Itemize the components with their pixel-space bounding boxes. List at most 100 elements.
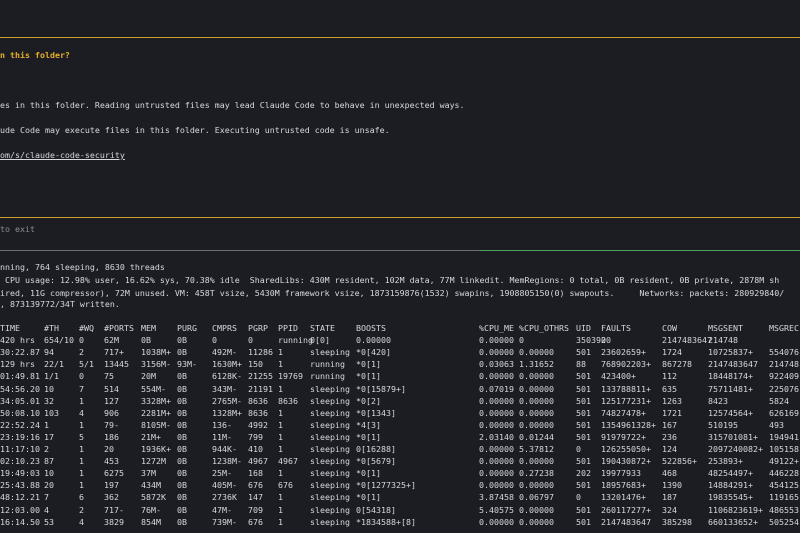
cell-wq: 2 xyxy=(79,504,84,515)
cell-ports: 127 xyxy=(104,395,119,406)
cell-boosts: 0[16288] xyxy=(356,444,396,454)
cell-mem: 37M xyxy=(141,468,156,479)
cell-msgsent: 214748 xyxy=(708,335,738,346)
cell-cmprs: 136- xyxy=(212,419,232,430)
cell-faults: 13201476+ xyxy=(601,492,646,503)
cell-pgrp: 676 xyxy=(248,516,263,527)
col-purg: PURG xyxy=(177,323,197,333)
table-row: 48:12.21 7 6 362 5872K 0B 2736K 147 1 sleeping *0[… xyxy=(0,491,800,503)
cell-ports: 906 xyxy=(104,407,119,418)
col-cmprs: CMPRS xyxy=(212,323,237,333)
cell-time: 420 hrs xyxy=(0,335,35,346)
cell-msgrecv: 486553 xyxy=(769,504,799,515)
exit-hint: to exit xyxy=(0,224,35,234)
cell-cpu-others: 0.00000 xyxy=(519,395,554,406)
cell-cpu-others: 1.31652 xyxy=(519,359,554,370)
cell-msgsent: 1106823619+ xyxy=(708,504,763,515)
cell-faults: 133788811+ xyxy=(601,383,651,394)
cell-threads: 7 xyxy=(44,492,49,503)
table-row: 16:14.50 53 4 3829 854M 0B 739M- 676 1 sleeping *1… xyxy=(0,516,800,528)
cell-cpu-others: 0.00000 xyxy=(519,383,554,394)
security-docs-link[interactable]: om/s/claude-code-security xyxy=(0,150,125,161)
cell-cow: 468 xyxy=(662,468,677,479)
cell-cmprs: 2736K xyxy=(212,492,237,503)
cell-wq: 4 xyxy=(79,407,84,418)
cell-wq: 1 xyxy=(79,468,84,479)
cell-msgrecv: 454125 xyxy=(769,480,799,491)
cell-faults: 423400+ xyxy=(601,371,636,382)
cell-threads: 87 xyxy=(44,456,54,467)
cell-msgrecv: 49122+ xyxy=(769,456,799,467)
cell-cpu-others: 0 xyxy=(519,335,524,346)
cell-msgsent: 2097240082+ xyxy=(708,444,763,454)
table-row: 30:22.87 94 2 717+ 1038M+ 0B 492M- 11286 1 sleepi… xyxy=(0,346,800,358)
cell-state: sleeping xyxy=(310,516,350,527)
pane-divider-left xyxy=(0,250,480,251)
top-summary-processes: nning, 764 sleeping, 8630 threads xyxy=(0,262,165,272)
cell-time: 19:49:03 xyxy=(0,468,40,479)
cell-cpu-me: 0.00000 xyxy=(479,444,514,454)
cell-cpu-others: 0.00000 xyxy=(519,504,554,515)
cell-ppid: 1 xyxy=(278,492,283,503)
cell-msgrecv: 626169 xyxy=(769,407,799,418)
cell-purg: 0B xyxy=(177,431,187,442)
cell-pgrp: 0 xyxy=(248,335,253,346)
cell-cmprs: 1328M+ xyxy=(212,407,242,418)
cell-boosts: *0[15879+] xyxy=(356,383,406,394)
cell-purg: 0B xyxy=(177,407,187,418)
col-wq: #WQ xyxy=(79,323,94,333)
cell-faults: 23602659+ xyxy=(601,347,646,358)
cell-state: running xyxy=(310,359,345,370)
cell-time: 50:08.10 xyxy=(0,407,40,418)
cell-boosts: *0[1] xyxy=(356,371,381,382)
cell-time: 30:22.87 xyxy=(0,347,40,358)
cell-ppid: 8636 xyxy=(278,395,298,406)
cell-mem: 5872K xyxy=(141,492,166,503)
cell-cow: 1390 xyxy=(662,480,682,491)
col-msgrecv: MSGREC xyxy=(769,323,799,333)
col-faults: FAULTS xyxy=(601,323,631,333)
cell-cpu-me: 0.00000 xyxy=(479,335,514,346)
cell-cpu-me: 0.07019 xyxy=(479,383,514,394)
cell-msgsent: 14884291+ xyxy=(708,480,753,491)
cell-boosts: *0[1] xyxy=(356,359,381,370)
cell-ports: 79- xyxy=(104,419,119,430)
cell-cmprs: 1238M- xyxy=(212,456,242,467)
cell-time: 01:49.81 xyxy=(0,371,40,382)
cell-wq: 5 xyxy=(79,431,84,442)
cell-ppid: 1 xyxy=(278,468,283,479)
cell-wq: 2 xyxy=(79,347,84,358)
col-pgrp: PGRP xyxy=(248,323,268,333)
table-row: 420 hrs 654/10 0 62M 0B 0B 0 0 running 0[0] 0.0000… xyxy=(0,334,800,346)
cell-purg: 0B xyxy=(177,456,187,467)
cell-faults: 91979722+ xyxy=(601,431,646,442)
cell-ppid: 4967 xyxy=(278,456,298,467)
top-summary-vm: ired, 11G compressor), 72M unused. VM: 4… xyxy=(0,288,785,298)
cell-cmprs: 6128K- xyxy=(212,371,242,382)
cell-faults: 125177231+ xyxy=(601,395,651,406)
cell-boosts: *0[1343] xyxy=(356,407,396,418)
cell-uid: 202 xyxy=(576,468,591,479)
table-row: 23:19:16 17 5 186 21M+ 0B 11M- 799 1 sleeping *0[1… xyxy=(0,431,800,443)
cell-uid: 501 xyxy=(576,395,591,406)
cell-faults: 1354961328+ xyxy=(601,419,656,430)
cell-uid: 501 xyxy=(576,419,591,430)
cell-msgrecv: 505254 xyxy=(769,516,799,527)
cell-cpu-others: 0.00000 xyxy=(519,407,554,418)
cell-cpu-me: 0.00000 xyxy=(479,516,514,527)
cell-time: 23:19:16 xyxy=(0,431,40,442)
cell-ports: 514 xyxy=(104,383,119,394)
cell-boosts: 0.00000 xyxy=(356,335,391,346)
cell-mem: 8105M- xyxy=(141,419,171,430)
col-msgsent: MSGSENT xyxy=(708,323,743,333)
terminal-window[interactable]: n this folder? es in this folder. Readin… xyxy=(0,0,800,533)
cell-purg: 0B xyxy=(177,335,187,346)
cell-cpu-others: 0.00000 xyxy=(519,480,554,491)
cell-pgrp: 168 xyxy=(248,468,263,479)
cell-ports: 362 xyxy=(104,492,119,503)
cell-msgrecv: 446228 xyxy=(769,468,799,479)
cell-cmprs: 1630M+ xyxy=(212,359,242,370)
cell-faults: 19977933 xyxy=(601,468,641,479)
cell-ppid: 1 xyxy=(278,444,283,454)
cell-msgrecv: 225076 xyxy=(769,383,799,394)
